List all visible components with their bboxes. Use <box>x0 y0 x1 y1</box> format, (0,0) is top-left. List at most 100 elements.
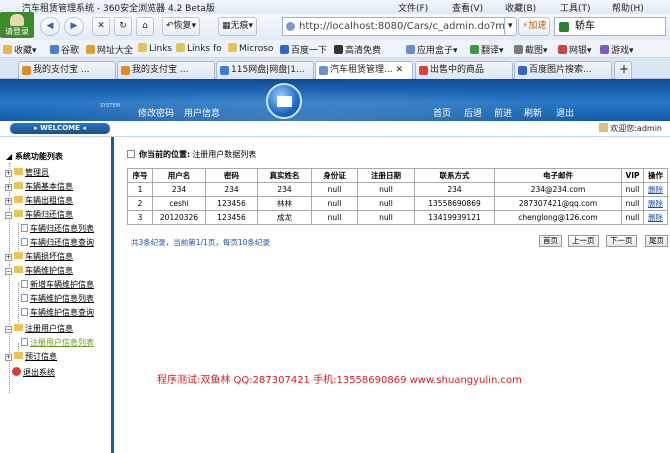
folder-icon <box>14 168 23 175</box>
home-link[interactable]: 首页 <box>433 106 451 119</box>
mail-icon <box>266 83 302 119</box>
delete-link[interactable]: 删除 <box>648 185 663 194</box>
tree-root: ◢ 系统功能列表 <box>6 152 63 161</box>
sidebar-item-14[interactable]: 退出系统 <box>12 367 55 378</box>
sidebar-item-5[interactable]: 车辆归还信息查询 <box>21 237 94 248</box>
table-cell: chenglong@126.com <box>494 210 622 225</box>
sidebar-item-7[interactable]: − 车辆维护信息 <box>5 265 73 276</box>
sidebar-item-9[interactable]: 车辆维护信息列表 <box>21 293 94 304</box>
accelerate-label: 加速 <box>528 21 547 31</box>
refresh-button[interactable]: ↻ <box>114 17 132 36</box>
sidebar-item-1[interactable]: + 车辆基本信息 <box>5 181 73 192</box>
table-cell: 123456 <box>205 196 258 211</box>
search-input[interactable]: 轿车 <box>554 17 666 36</box>
fav-hao123[interactable]: 网址大全 <box>86 43 133 56</box>
column-header: 电子邮件 <box>494 168 622 183</box>
expand-icon[interactable]: + <box>5 170 12 177</box>
new-tab-button[interactable]: + <box>614 61 632 79</box>
table-cell: 3 <box>127 210 153 225</box>
browser-title-bar: 汽车租赁管理系统 - 360安全浏览器 4.2 Beta版 文件(F) 查看(V… <box>0 0 670 14</box>
logout-link[interactable]: 退出 <box>556 106 574 119</box>
fav-google[interactable]: 谷歌 <box>50 43 79 56</box>
menu-view[interactable]: 查看(V) <box>452 1 483 14</box>
forward-link[interactable]: 前进 <box>494 106 512 119</box>
fav-baidu[interactable]: 百度一下 <box>280 43 327 56</box>
game-button[interactable]: 游戏▾ <box>600 43 634 56</box>
restore-button[interactable]: ↶恢复▾ <box>162 17 201 36</box>
back-button[interactable]: ◀ <box>40 17 60 36</box>
menu-favorites[interactable]: 收藏(B) <box>505 1 536 14</box>
tab-baidu-image[interactable]: 百度图片搜索... <box>514 61 612 79</box>
fav-links[interactable]: Links <box>138 43 172 54</box>
sidebar-item-8[interactable]: 新增车辆维护信息 <box>21 279 94 290</box>
tab-alipay-1[interactable]: 我的支付宝 ... <box>18 61 116 79</box>
delete-link[interactable]: 删除 <box>648 213 663 222</box>
sidebar-item-10[interactable]: 车辆维护信息查询 <box>21 307 94 318</box>
tab-products[interactable]: 出售中的商品 <box>415 61 513 79</box>
column-header: 注册日期 <box>357 168 415 183</box>
address-bar[interactable]: http://localhost:8080/Cars/c_admin.do?m <box>282 17 514 36</box>
accelerate-button[interactable]: ⚡加速 <box>518 17 551 36</box>
prev-page-button[interactable]: 上一页 <box>568 235 599 247</box>
tab-car-rental[interactable]: 汽车租赁管理... ✕ <box>315 61 413 79</box>
bank-button[interactable]: 网银▾ <box>558 43 592 56</box>
table-cell: 13558690869 <box>414 196 495 211</box>
back-arrow-icon: ◀ <box>46 21 54 31</box>
sidebar-item-11[interactable]: − 注册用户信息 <box>5 323 73 334</box>
sidebar-item-label: 注册用户信息列表 <box>30 338 94 347</box>
window-title: 汽车租赁管理系统 - 360安全浏览器 4.2 Beta版 <box>22 4 215 14</box>
tab-alipay-2[interactable]: 我的支付宝 ... <box>117 61 215 79</box>
table-cell: 287307421@qq.com <box>494 196 622 211</box>
tab-strip: 我的支付宝 ... 我的支付宝 ... 115网盘|网盘|1... 汽车租赁管理… <box>0 58 670 79</box>
delete-link[interactable]: 删除 <box>648 199 663 208</box>
menu-tools[interactable]: 工具(T) <box>560 1 591 14</box>
tab-close-icon[interactable]: ✕ <box>395 65 403 75</box>
sidebar-item-label: 管理员 <box>25 168 49 177</box>
address-dropdown-button[interactable]: ▾ <box>504 17 517 36</box>
login-button[interactable]: 请登录 <box>0 12 34 38</box>
last-page-button[interactable]: 尾页 <box>645 235 668 247</box>
next-page-button[interactable]: 下一页 <box>606 235 637 247</box>
fav-microsoft[interactable]: Microso <box>228 43 273 54</box>
forward-button[interactable]: ▶ <box>64 17 84 36</box>
collapse-icon[interactable]: − <box>5 268 12 275</box>
tab-115[interactable]: 115网盘|网盘|1... <box>216 61 314 79</box>
stop-button[interactable]: ✕ <box>92 17 110 36</box>
sidebar-item-6[interactable]: + 车辆损坏信息 <box>5 251 73 262</box>
sidebar-item-3[interactable]: − 车辆归还信息 <box>5 209 73 220</box>
sidebar-item-12[interactable]: 注册用户信息列表 <box>21 337 94 348</box>
user-info-link[interactable]: 用户信息 <box>184 106 220 119</box>
expand-icon[interactable]: + <box>5 254 12 261</box>
refresh-link[interactable]: 刷新 <box>524 106 542 119</box>
table-cell: null <box>621 196 644 211</box>
home-button[interactable]: ⌂ <box>136 17 154 36</box>
sidebar-item-4[interactable]: 车辆归还信息列表 <box>21 223 94 234</box>
screenshot-button[interactable]: 截图▾ <box>514 43 548 56</box>
folder-icon <box>138 43 147 52</box>
table-header: 序号 用户名 密码 真实姓名 身份证 注册日期 联系方式 电子邮件 VIP 操作 <box>127 168 668 183</box>
sidebar-item-13[interactable]: + 预订信息 <box>5 351 57 362</box>
expand-icon[interactable]: + <box>5 184 12 191</box>
expand-icon[interactable]: + <box>5 198 12 205</box>
app-box-button[interactable]: 应用盒子▾ <box>406 43 458 56</box>
table-cell: 234@234.com <box>494 182 622 197</box>
translate-button[interactable]: 翻译▾ <box>470 43 504 56</box>
favorites-menu[interactable]: 收藏▾ <box>3 43 37 56</box>
incognito-button[interactable]: ▦无痕▾ <box>218 17 258 36</box>
site-icon <box>86 45 95 54</box>
change-password-link[interactable]: 修改密码 <box>138 106 174 119</box>
close-icon: ✕ <box>97 21 105 31</box>
back-link[interactable]: 后退 <box>464 106 482 119</box>
first-page-button[interactable]: 首页 <box>539 235 562 247</box>
sidebar-item-0[interactable]: + 管理员 <box>5 167 49 178</box>
collapse-icon[interactable]: − <box>5 212 12 219</box>
fav-hd[interactable]: 高清免费 <box>334 43 381 56</box>
expand-icon[interactable]: + <box>5 354 12 361</box>
menu-help[interactable]: 帮助(H) <box>612 1 644 14</box>
sidebar-item-label: 车辆维护信息列表 <box>30 294 94 303</box>
fav-links-fo[interactable]: Links fo <box>176 43 222 54</box>
bank-icon <box>558 45 567 54</box>
menu-file[interactable]: 文件(F) <box>398 1 428 14</box>
sidebar-item-2[interactable]: + 车辆出租信息 <box>5 195 73 206</box>
collapse-icon[interactable]: − <box>5 326 12 333</box>
